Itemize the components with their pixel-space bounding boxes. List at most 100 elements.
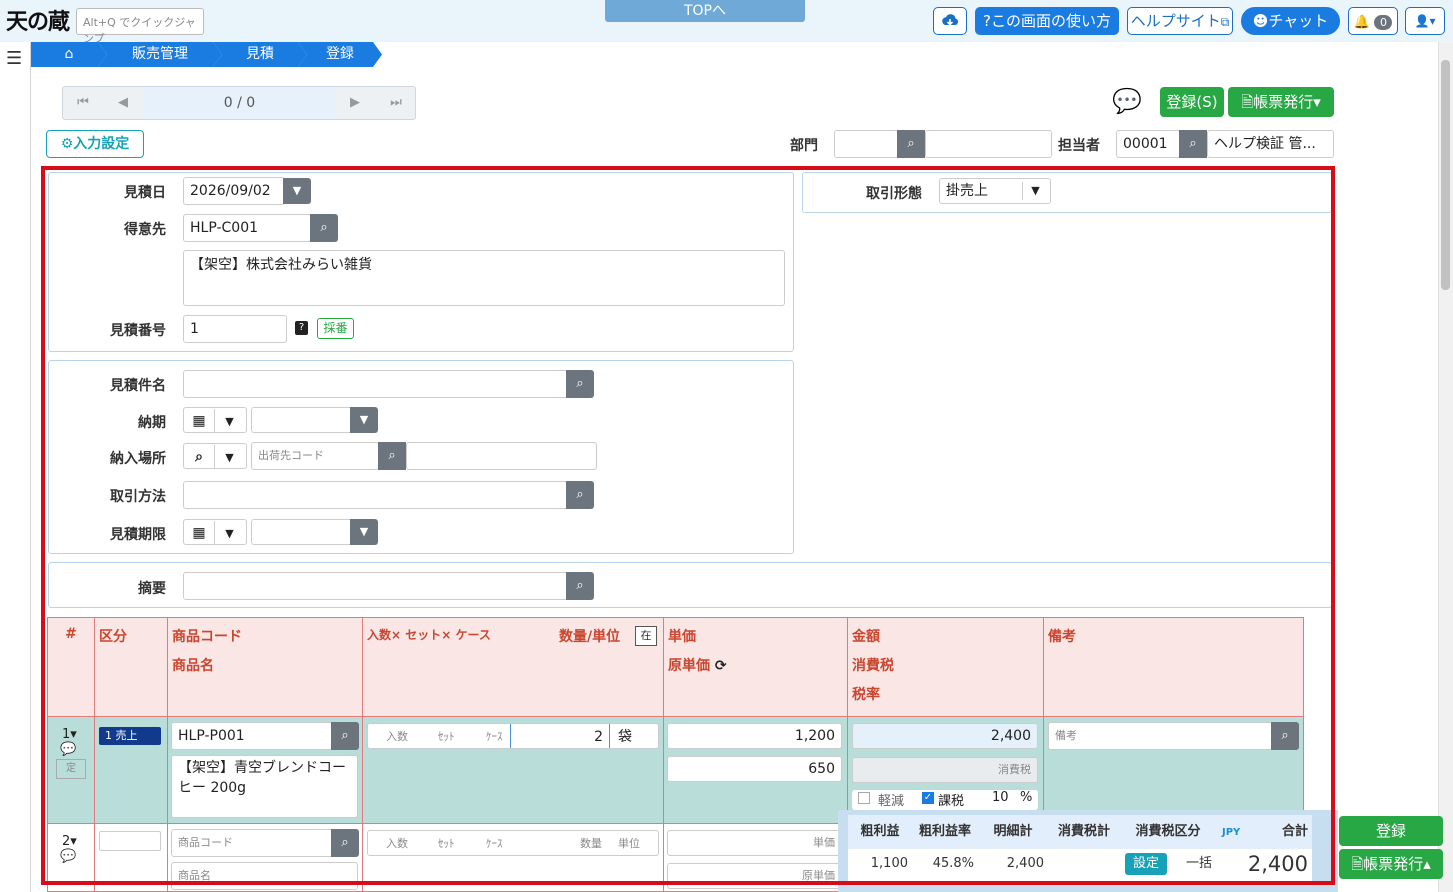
help-site-button[interactable]: ヘルプサイト⧉ — [1127, 7, 1233, 35]
row2-kind-input[interactable] — [99, 831, 161, 851]
row1-per-box[interactable]: 入数 — [386, 724, 408, 748]
row1-amount-input[interactable]: 2,400 — [852, 723, 1038, 749]
breadcrumb-estimate[interactable]: 見積 — [213, 42, 307, 67]
input-settings-button[interactable]: ⚙入力設定 — [46, 130, 144, 158]
subject-search-button[interactable]: ⌕ — [566, 370, 594, 398]
chat-button[interactable]: ☻チャット — [1241, 7, 1340, 35]
row2-product-search-button[interactable]: ⌕ — [331, 829, 359, 857]
tax-setting-button[interactable]: 設定 — [1125, 853, 1167, 875]
fixed-button[interactable]: 定 — [56, 759, 86, 779]
summary-input[interactable] — [183, 572, 568, 600]
row1-remarks-search-button[interactable]: ⌕ — [1271, 722, 1299, 750]
estimate-date-dropdown[interactable]: ▼ — [283, 178, 311, 204]
department-code-input[interactable] — [834, 130, 898, 158]
comment-icon[interactable]: 💬 — [60, 849, 94, 864]
row1-product-code-input[interactable]: HLP-P001 — [171, 722, 333, 750]
first-page-button[interactable]: ⏮ — [63, 87, 103, 119]
validity-mode[interactable]: ▦ ▼ — [183, 519, 247, 545]
last-page-button[interactable]: ⏭ — [376, 87, 416, 119]
row1-product-name-input[interactable]: 【架空】青空ブレンドコーヒー 200g — [171, 755, 358, 818]
col-product-name: 商品名 — [172, 658, 214, 674]
tax-category-header: 消費税区分 — [1120, 815, 1216, 849]
quick-jump-input[interactable]: Alt+Q でクイックジャンプ — [76, 8, 204, 45]
notifications-button[interactable]: 🔔 0 — [1348, 7, 1398, 35]
trade-method-input[interactable] — [183, 481, 568, 509]
ship-name-input[interactable] — [406, 442, 597, 470]
summary-search-button[interactable]: ⌕ — [566, 572, 594, 600]
delivery-place-mode[interactable]: ⌕ ▼ — [183, 443, 247, 469]
row1-product-search-button[interactable]: ⌕ — [331, 722, 359, 750]
breadcrumb-sales[interactable]: 販売管理 — [98, 42, 222, 67]
validity-dropdown[interactable]: ▼ — [350, 519, 378, 545]
caret-down-icon: ▼ — [214, 409, 244, 432]
department-search-button[interactable]: ⌕ — [897, 130, 925, 158]
customer-name-input[interactable]: 【架空】株式会社みらい雑貨 — [183, 250, 785, 306]
staff-code-input[interactable]: 00001 — [1116, 130, 1180, 158]
menu-icon[interactable]: ☰ — [6, 50, 24, 68]
row1-cost-price-input[interactable]: 650 — [667, 756, 842, 782]
cloud-download-icon — [942, 14, 959, 26]
refresh-icon[interactable]: ⟳ — [715, 658, 727, 674]
row2-product-name-input[interactable]: 商品名 — [171, 862, 358, 890]
row2-product-code-input[interactable]: 商品コード — [171, 829, 333, 857]
row2-unit-input[interactable]: 単位 — [618, 831, 640, 855]
estimate-date-input[interactable]: 2026/09/02 — [183, 177, 285, 205]
row1-unit-price-input[interactable]: 1,200 — [667, 723, 842, 749]
usage-button[interactable]: ?この画面の使い方 — [975, 7, 1119, 35]
comment-icon[interactable]: 💬 — [60, 742, 94, 757]
register-button[interactable]: 登録(S) — [1160, 87, 1224, 117]
staff-search-button[interactable]: ⌕ — [1179, 130, 1207, 158]
row1-case[interactable]: ｹｰｽ — [486, 724, 503, 748]
stock-button[interactable]: 在 — [635, 626, 657, 646]
help-icon[interactable]: ? — [295, 321, 308, 335]
row2-unit-price-input[interactable]: 単価 — [667, 830, 842, 856]
ship-search-button[interactable]: ⌕ — [378, 442, 406, 470]
subject-input[interactable] — [183, 370, 568, 398]
row1-qty-input[interactable]: 2 — [510, 724, 610, 748]
customer-search-button[interactable]: ⌕ — [310, 214, 338, 242]
col-remarks: 備考 — [1044, 618, 1303, 716]
bottom-register-button[interactable]: 登録 — [1339, 816, 1443, 846]
download-button[interactable] — [933, 7, 967, 35]
row2-case[interactable]: ｹｰｽ — [486, 831, 503, 855]
row1-remarks-input[interactable]: 備考 — [1048, 722, 1273, 750]
row2-cost-price-input[interactable]: 原単価 — [667, 863, 842, 889]
search-icon: ⌕ — [576, 578, 584, 593]
app-logo[interactable]: 天の蔵 — [6, 4, 70, 38]
row2-no[interactable]: 2▾ — [62, 834, 94, 849]
row2-qty-input[interactable]: 数量 — [580, 831, 602, 855]
row1-tax-input[interactable]: 消費税 — [852, 757, 1038, 783]
numbering-button[interactable]: 採番 — [317, 318, 354, 339]
trade-method-search-button[interactable]: ⌕ — [566, 481, 594, 509]
department-name-input[interactable] — [925, 130, 1052, 158]
top-link-button[interactable]: TOPへ — [605, 0, 805, 22]
row1-no[interactable]: 1▾ — [62, 727, 94, 742]
scrollbar-thumb[interactable] — [1441, 60, 1450, 290]
user-menu-button[interactable]: 👤▾ — [1405, 7, 1445, 35]
reduced-checkbox[interactable] — [858, 792, 870, 804]
comment-icon[interactable]: 💬 — [1112, 88, 1146, 114]
ship-code-input[interactable]: 出荷先コード — [251, 442, 379, 470]
row2-set[interactable]: ｾｯﾄ — [438, 831, 455, 855]
col-amount: 金額 消費税 税率 — [848, 618, 1044, 716]
staff-name-input[interactable]: ヘルプ検証 管... — [1207, 130, 1334, 158]
breadcrumb-home[interactable]: ⌂ — [31, 42, 107, 67]
bottom-issue-report-button[interactable]: 🗎帳票発行▴ — [1339, 849, 1443, 879]
tax-rate-input[interactable]: 10 — [992, 790, 1009, 805]
next-page-button[interactable]: ▶ — [335, 87, 375, 119]
customer-code-input[interactable]: HLP-C001 — [183, 214, 311, 242]
breadcrumb-register[interactable]: 登録 — [298, 42, 382, 67]
row2-per-box[interactable]: 入数 — [386, 831, 408, 855]
row1-unit[interactable]: 袋 — [618, 724, 632, 748]
taxable-checkbox[interactable]: ✓ — [922, 792, 934, 804]
delivery-date-dropdown[interactable]: ▼ — [350, 407, 378, 433]
delivery-date-mode[interactable]: ▦ ▼ — [183, 407, 247, 433]
estimate-no-input[interactable]: 1 — [183, 315, 287, 343]
prev-page-button[interactable]: ◀ — [103, 87, 143, 119]
row1-kind[interactable]: 1 売上 — [99, 727, 161, 745]
estimate-date-label: 見積日 — [124, 185, 166, 201]
currency-label: JPY — [1222, 827, 1241, 838]
row1-set[interactable]: ｾｯﾄ — [438, 724, 455, 748]
issue-report-button[interactable]: 🗎帳票発行▾ — [1228, 87, 1334, 117]
row1-tax-rate-group: 軽減 ✓ 課税 10 % — [852, 790, 1038, 810]
